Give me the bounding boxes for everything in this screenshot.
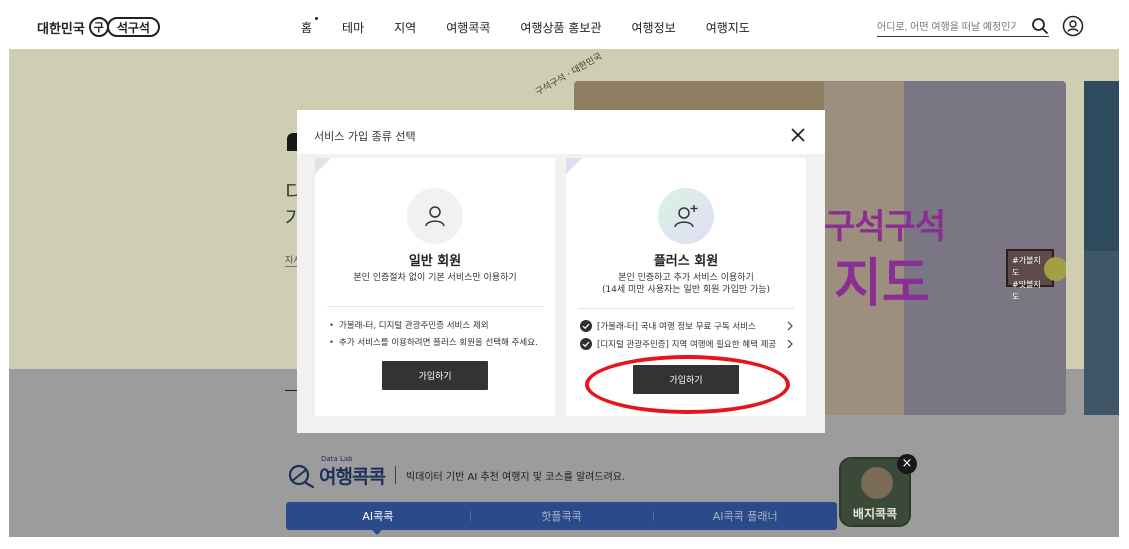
general-join-button[interactable]: 가입하기 <box>382 361 488 390</box>
tab-ai-kokkok[interactable]: AI콕콕 <box>286 502 470 530</box>
nav-travel-kokkok[interactable]: 여행콕콕 <box>446 19 490 36</box>
badge-widget-label: 배지콕콕 <box>852 507 898 521</box>
chevron-right-icon[interactable] <box>786 339 794 349</box>
benefit-label: [가볼래-터] 국내 여행 정보 무료 구독 서비스 <box>597 322 756 332</box>
datalab-title: 여행콕콕 <box>319 465 386 488</box>
datalab-description: 빅데이터 기반 AI 추천 여행지 및 코스를 알려드려요. <box>405 471 626 483</box>
benefit-item[interactable]: [디지털 관광주민증] 지역 여행에 필요한 혜택 제공 <box>580 335 794 353</box>
datalab-logo-icon <box>288 464 315 489</box>
logo-circle: 구 <box>88 17 109 37</box>
general-member-description: 본인 인증절차 없이 기본 서비스만 이용하기 <box>353 273 517 283</box>
main-nav: 홈 테마 지역 여행콕콕 여행상품 홍보관 여행정보 여행지도 <box>301 17 750 36</box>
browser-frame: 대한민국 구 석구석 홈 테마 지역 여행콕콕 여행상품 홍보관 여행정보 여행… <box>9 9 1119 537</box>
card-corner-fold <box>315 158 331 174</box>
plus-member-benefits: [가볼래-터] 국내 여행 정보 무료 구독 서비스 [디지털 관광주민증] 지… <box>580 317 794 353</box>
next-banner[interactable] <box>1084 81 1119 415</box>
general-member-title: 일반 회원 <box>408 254 462 269</box>
badge-close-icon[interactable]: × <box>897 454 917 474</box>
plus-member-title: 플러스 회원 <box>653 254 719 269</box>
datalab-label: Data Lab <box>321 455 353 463</box>
datalab-tabs: AI콕콕 핫플콕콕 AI콕콕 플래너 <box>286 502 837 530</box>
plus-description-line2: (14세 미만 사용자는 일반 회원 가입만 가능) <box>601 285 771 295</box>
active-tab-caret <box>372 530 382 535</box>
banner-title-line2: 지도 <box>834 254 930 314</box>
site-header: 대한민국 구 석구석 홈 테마 지역 여행콕콕 여행상품 홍보관 여행정보 여행… <box>9 9 1119 49</box>
close-icon[interactable] <box>790 127 806 143</box>
general-note-item: 가볼래-터, 디지털 관광주민증 서비스 제외 <box>329 318 538 335</box>
card-divider <box>578 308 794 309</box>
plus-description-line1: 본인 인증하고 추가 서비스 이용하기 <box>618 273 754 283</box>
nav-region[interactable]: 지역 <box>394 19 416 36</box>
tab-hotple-kokkok[interactable]: 핫플콕콕 <box>469 502 654 530</box>
card-corner-fold <box>566 158 582 174</box>
search-icon[interactable] <box>1031 17 1049 35</box>
tab-ai-planner[interactable]: AI콕콕 플래너 <box>653 502 837 530</box>
card-divider <box>327 306 543 307</box>
nav-home[interactable]: 홈 <box>301 17 319 36</box>
general-member-avatar <box>407 188 463 244</box>
benefit-label: [디지털 관광주민증] 지역 여행에 필요한 혜택 제공 <box>597 340 777 350</box>
logo-text: 대한민국 <box>37 21 85 37</box>
plus-member-description: 본인 인증하고 추가 서비스 이용하기 (14세 미만 사용자는 일반 회원 가… <box>566 272 806 296</box>
benefit-item[interactable]: [가볼래-터] 국내 여행 정보 무료 구독 서비스 <box>580 317 794 335</box>
nav-product-promo[interactable]: 여행상품 홍보관 <box>520 19 601 36</box>
chevron-right-icon[interactable] <box>786 321 794 331</box>
nav-travel-info[interactable]: 여행정보 <box>632 19 676 36</box>
check-icon <box>580 320 592 332</box>
general-member-card: 일반 회원 본인 인증절차 없이 기본 서비스만 이용하기 가볼래-터, 디지털… <box>315 158 555 416</box>
general-member-notes: 가볼래-터, 디지털 관광주민증 서비스 제외 추가 서비스를 이용하려면 플러… <box>329 318 538 352</box>
datalab-section-header: Data Lab 여행콕콕 빅데이터 기반 AI 추천 여행지 및 코스를 알려… <box>287 455 626 489</box>
nav-theme[interactable]: 테마 <box>342 19 364 36</box>
logo-pill: 석구석 <box>106 17 160 37</box>
site-logo[interactable]: 대한민국 구 석구석 <box>37 17 160 37</box>
modal-title: 서비스 가입 종류 선택 <box>314 130 416 143</box>
next-banner-sky <box>1084 81 1119 251</box>
user-plus-icon <box>674 205 698 228</box>
search-input[interactable] <box>877 18 1017 33</box>
highlight-ring-annotation <box>585 355 790 414</box>
general-note-item: 추가 서비스를 이용하려면 플러스 회원을 선택해 주세요. <box>329 335 538 352</box>
search-bar <box>877 15 1049 37</box>
plus-member-avatar <box>658 188 714 244</box>
bear-icon <box>861 467 893 499</box>
nav-travel-map[interactable]: 여행지도 <box>706 19 750 36</box>
user-icon[interactable] <box>1062 15 1084 37</box>
check-icon <box>580 338 592 350</box>
datalab-separator <box>394 466 396 484</box>
smile-icon <box>1044 257 1066 281</box>
user-icon <box>425 206 445 227</box>
